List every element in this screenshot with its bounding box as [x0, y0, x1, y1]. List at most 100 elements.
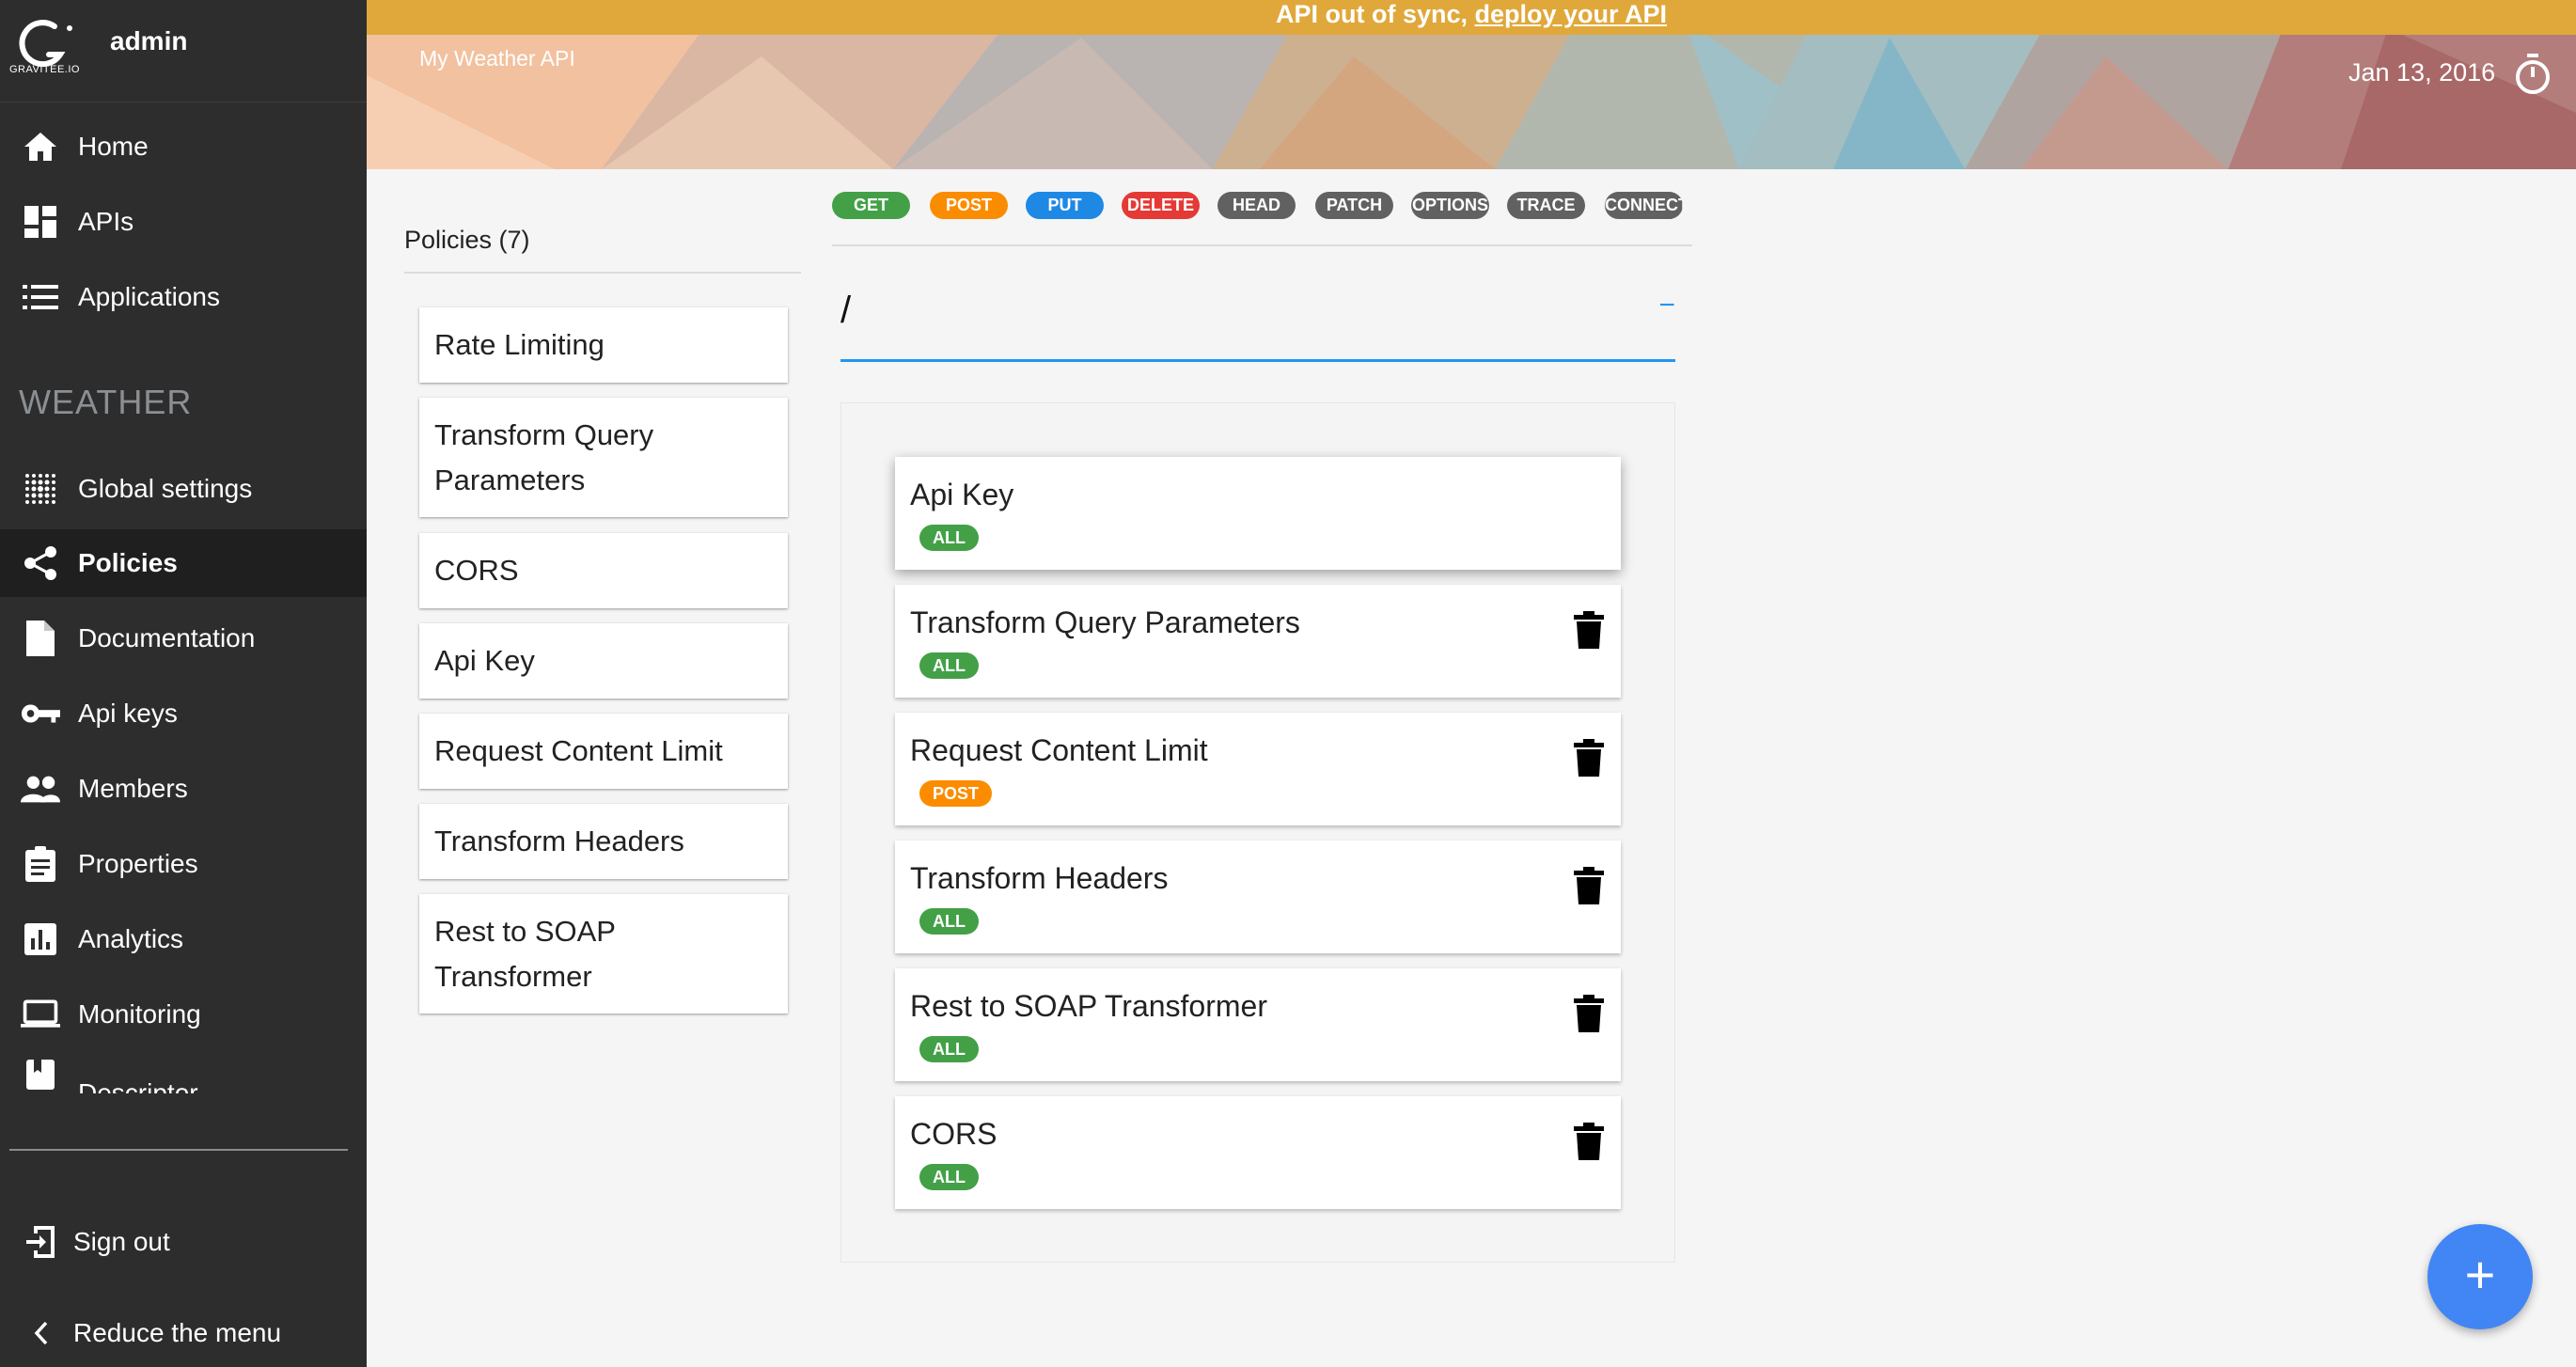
sidebar: GRAVITEE.IO admin Home APIs Applications… — [0, 0, 367, 1367]
path-field[interactable]: / − — [840, 282, 1675, 362]
nav-api-keys[interactable]: Api keys — [0, 680, 367, 747]
nav-apis[interactable]: APIs — [0, 188, 367, 256]
key-icon — [21, 694, 60, 733]
brand-area: GRAVITEE.IO admin — [0, 0, 367, 102]
method-head[interactable]: HEAD — [1217, 192, 1296, 219]
people-icon — [21, 769, 60, 809]
method-trace[interactable]: TRACE — [1507, 192, 1585, 219]
home-icon — [21, 127, 60, 166]
method-badge: POST — [919, 780, 993, 807]
nav-home[interactable]: Home — [0, 113, 367, 181]
delete-icon[interactable] — [1574, 739, 1604, 777]
flow-policy-card[interactable]: Transform Headers ALL — [895, 841, 1621, 953]
nav-descriptor[interactable]: Descriptor — [0, 1056, 367, 1093]
flow-policy-name: CORS — [910, 1117, 997, 1151]
nav-label: Api keys — [78, 699, 178, 728]
bar-chart-icon — [21, 919, 60, 959]
policy-cors[interactable]: CORS — [419, 533, 788, 608]
path-value: / — [840, 290, 852, 331]
flow-policy-card[interactable]: Api Key ALL — [895, 457, 1621, 570]
flow-policy-name: Transform Headers — [910, 861, 1169, 895]
nav-label: APIs — [78, 207, 134, 236]
method-post[interactable]: POST — [930, 192, 1008, 219]
nav-label: Monitoring — [78, 999, 201, 1029]
method-connect[interactable]: CONNECT — [1605, 192, 1683, 219]
policy-label: Request Content Limit — [434, 734, 723, 767]
nav-label: Reduce the menu — [73, 1318, 282, 1347]
exit-icon — [21, 1222, 60, 1262]
out-of-sync-banner: API out of sync, deploy your API — [367, 0, 2576, 35]
api-section-title: WEATHER — [19, 383, 193, 421]
nav-properties[interactable]: Properties — [0, 830, 367, 898]
laptop-icon — [21, 995, 60, 1034]
policies-title: Policies (7) — [404, 226, 530, 254]
policy-transform-query-parameters[interactable]: Transform Query Parameters — [419, 398, 788, 517]
sidebar-divider — [9, 1149, 348, 1151]
flow-policy-name: Request Content Limit — [910, 733, 1208, 767]
nav-label: Descriptor — [78, 1078, 198, 1093]
nav-policies[interactable]: Policies — [0, 529, 367, 597]
nav-global-settings[interactable]: Global settings — [0, 455, 367, 523]
chevron-left-icon — [21, 1313, 60, 1353]
collapse-button[interactable]: − — [1658, 290, 1675, 322]
delete-icon[interactable] — [1574, 995, 1604, 1032]
nav-label: Applications — [78, 282, 220, 311]
method-get[interactable]: GET — [832, 192, 910, 219]
policy-transform-headers[interactable]: Transform Headers — [419, 804, 788, 879]
nav-label: Sign out — [73, 1227, 170, 1256]
policy-label: Transform Headers — [434, 825, 684, 857]
flow-policy-card[interactable]: Rest to SOAP Transformer ALL — [895, 968, 1621, 1081]
policy-request-content-limit[interactable]: Request Content Limit — [419, 714, 788, 789]
nav-label: Analytics — [78, 924, 184, 953]
method-badge: ALL — [919, 1036, 979, 1062]
reduce-menu-button[interactable]: Reduce the menu — [0, 1299, 367, 1367]
delete-icon[interactable] — [1574, 1123, 1604, 1160]
method-delete[interactable]: DELETE — [1122, 192, 1200, 219]
method-options[interactable]: OPTIONS — [1411, 192, 1489, 219]
method-badge: ALL — [919, 525, 979, 551]
settings-dots-icon — [21, 469, 60, 509]
nav-label: Members — [78, 774, 188, 803]
policy-label: CORS — [434, 554, 519, 587]
flow-policy-card[interactable]: CORS ALL — [895, 1096, 1621, 1209]
timer-icon — [2516, 54, 2550, 94]
policy-rest-to-soap[interactable]: Rest to SOAP Transformer — [419, 894, 788, 1013]
username[interactable]: admin — [110, 26, 187, 56]
nav-applications[interactable]: Applications — [0, 263, 367, 331]
policy-api-key[interactable]: Api Key — [419, 623, 788, 699]
add-flow-button[interactable]: + — [2427, 1224, 2533, 1329]
nav-label: Policies — [78, 548, 178, 577]
flow-policy-name: Api Key — [910, 478, 1014, 511]
method-badge: ALL — [919, 652, 979, 679]
policy-label: Rest to SOAP Transformer — [434, 914, 616, 993]
flow-policy-name: Rest to SOAP Transformer — [910, 989, 1267, 1023]
list-icon — [21, 277, 60, 317]
flow-policy-card[interactable]: Transform Query Parameters ALL — [895, 585, 1621, 698]
nav-analytics[interactable]: Analytics — [0, 905, 367, 973]
api-name: My Weather API — [419, 46, 575, 71]
delete-icon[interactable] — [1574, 611, 1604, 649]
policy-rate-limiting[interactable]: Rate Limiting — [419, 307, 788, 383]
http-methods-bar: GET POST PUT DELETE HEAD PATCH OPTIONS T… — [832, 192, 1692, 246]
nav-label: Properties — [78, 849, 198, 878]
policy-label: Api Key — [434, 644, 535, 677]
share-icon — [21, 543, 60, 583]
nav-members[interactable]: Members — [0, 755, 367, 823]
method-put[interactable]: PUT — [1026, 192, 1104, 219]
nav-label: Global settings — [78, 474, 253, 503]
method-badge: ALL — [919, 1164, 979, 1190]
nav-documentation[interactable]: Documentation — [0, 605, 367, 672]
nav-monitoring[interactable]: Monitoring — [0, 981, 367, 1048]
deploy-api-link[interactable]: deploy your API — [1475, 0, 1668, 28]
dashboard-icon — [21, 202, 60, 242]
flow-policy-card[interactable]: Request Content Limit POST — [895, 713, 1621, 825]
logo-text: GRAVITEE.IO — [9, 64, 80, 75]
method-patch[interactable]: PATCH — [1315, 192, 1393, 219]
delete-icon[interactable] — [1574, 867, 1604, 904]
sign-out-button[interactable]: Sign out — [0, 1208, 367, 1276]
clipboard-icon — [21, 844, 60, 884]
policy-label: Transform Query Parameters — [434, 417, 654, 496]
header-date: Jan 13, 2016 — [2348, 58, 2496, 86]
document-icon — [21, 619, 60, 658]
flow-policy-name: Transform Query Parameters — [910, 605, 1300, 639]
